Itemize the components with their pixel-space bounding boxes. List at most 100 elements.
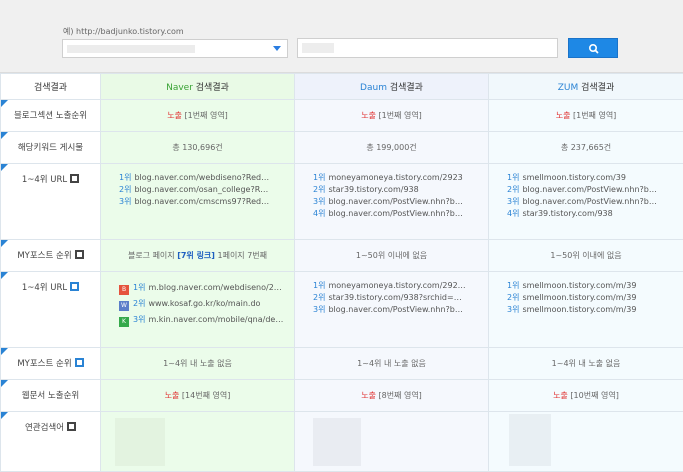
list-item[interactable]: 3위blog.naver.com/PostView.nhn?b… — [313, 304, 488, 316]
blurred-keyword-value — [302, 43, 334, 53]
blog-favicon-icon: B — [119, 285, 129, 295]
list-item[interactable]: 1위smellmoon.tistory.com/m/39 — [507, 280, 683, 292]
table-row: 1~4위 URL 1위blog.naver.com/webdiseno?Red…… — [1, 164, 683, 240]
results-table: 검색결과 Naver 검색결과 Daum 검색결과 ZUM 검색결과 블로그섹션… — [0, 73, 683, 472]
row-label-blog-section: 블로그섹션 노출순위 — [1, 100, 101, 132]
header-label: 검색결과 — [1, 74, 101, 100]
corner-marker-icon — [1, 380, 8, 387]
blog-view-icon[interactable] — [75, 250, 84, 259]
list-item[interactable]: 1위moneyamoneya.tistory.com/292… — [313, 280, 488, 292]
header-zum: ZUM 검색결과 — [489, 74, 683, 100]
row-label-my-post-web: MY포스트 순위 — [1, 348, 101, 380]
keyword-input[interactable] — [297, 38, 558, 58]
table-row: 블로그섹션 노출순위 노출 [1번째 영역] 노출 [1번째 영역] 노출 [1… — [1, 100, 683, 132]
list-item[interactable]: 3위blog.naver.com/PostView.nhn?b… — [313, 196, 488, 208]
table-row: 연관검색어 — [1, 412, 683, 472]
naver-blog-section: 노출 [1번째 영역] — [101, 100, 295, 132]
corner-marker-icon — [1, 272, 8, 279]
header-daum: Daum 검색결과 — [295, 74, 489, 100]
row-label-my-post-blog: MY포스트 순위 — [1, 240, 101, 272]
list-item[interactable]: 2위star39.tistory.com/938 — [313, 184, 488, 196]
naver-my-post-web: 1~4위 내 노출 없음 — [101, 348, 295, 380]
corner-marker-icon — [1, 164, 8, 171]
list-item[interactable]: 2위blog.naver.com/PostView.nhn?b… — [507, 184, 683, 196]
list-item[interactable]: 3위blog.naver.com/cmscms97?Red… — [119, 196, 294, 208]
table-row: MY포스트 순위 블로그 페이지 [7위 링크] 1페이지 7번째 1~50위 … — [1, 240, 683, 272]
daum-my-post-web: 1~4위 내 노출 없음 — [295, 348, 489, 380]
zum-top-urls-blog: 1위smellmoon.tistory.com/39 2위blog.naver.… — [489, 164, 683, 240]
naver-keyword-posts: 총 130,696건 — [101, 132, 295, 164]
daum-keyword-posts: 총 199,000건 — [295, 132, 489, 164]
zum-blog-section: 노출 [1번째 영역] — [489, 100, 683, 132]
row-label-related: 연관검색어 — [1, 412, 101, 472]
search-button[interactable] — [568, 38, 618, 58]
kin-favicon-icon: K — [119, 317, 129, 327]
zum-my-post-blog: 1~50위 이내에 없음 — [489, 240, 683, 272]
header-naver: Naver 검색결과 — [101, 74, 295, 100]
blurred-related-keywords — [115, 418, 165, 466]
list-item[interactable]: 2위blog.naver.com/osan_college?R… — [119, 184, 294, 196]
naver-brand: Naver — [166, 83, 193, 93]
row-label-top-urls-web: 1~4위 URL — [1, 272, 101, 348]
blurred-related-keywords — [509, 414, 551, 466]
blog-view-icon[interactable] — [67, 422, 76, 431]
corner-marker-icon — [1, 240, 8, 247]
list-item[interactable]: 4위blog.naver.com/PostView.nhn?b… — [313, 208, 488, 220]
row-label-web-doc: 웹문서 노출순위 — [1, 380, 101, 412]
naver-top-urls-blog: 1위blog.naver.com/webdiseno?Red… 2위blog.n… — [101, 164, 295, 240]
list-item[interactable]: 1위blog.naver.com/webdiseno?Red… — [119, 172, 294, 184]
mobile-view-icon[interactable] — [75, 358, 84, 367]
table-row: 웹문서 노출순위 노출 [14번째 영역] 노출 [8번째 영역] 노출 [10… — [1, 380, 683, 412]
daum-my-post-blog: 1~50위 이내에 없음 — [295, 240, 489, 272]
row-label-keyword-posts: 해당키워드 게시물 — [1, 132, 101, 164]
search-toolbar: 예) http://badjunko.tistory.com — [0, 0, 683, 73]
list-item[interactable]: 3위smellmoon.tistory.com/m/39 — [507, 304, 683, 316]
web-favicon-icon: W — [119, 301, 129, 311]
daum-suffix: 검색결과 — [387, 83, 423, 93]
blurred-related-keywords — [313, 418, 361, 466]
table-row: 해당키워드 게시물 총 130,696건 총 199,000건 총 237,66… — [1, 132, 683, 164]
list-item[interactable]: 1위smellmoon.tistory.com/39 — [507, 172, 683, 184]
mobile-view-icon[interactable] — [70, 282, 79, 291]
daum-blog-section: 노출 [1번째 영역] — [295, 100, 489, 132]
daum-web-doc: 노출 [8번째 영역] — [295, 380, 489, 412]
blog-url-select[interactable] — [62, 39, 288, 58]
naver-top-urls-web: B1위m.blog.naver.com/webdiseno/2… W2위www.… — [101, 272, 295, 348]
row-label-top-urls-blog: 1~4위 URL — [1, 164, 101, 240]
daum-related — [295, 412, 489, 472]
corner-marker-icon — [1, 100, 8, 107]
list-item[interactable]: 3위blog.naver.com/PostView.nhn?b… — [507, 196, 683, 208]
corner-marker-icon — [1, 412, 8, 419]
url-hint: 예) http://badjunko.tistory.com — [63, 26, 184, 37]
zum-suffix: 검색결과 — [578, 83, 614, 93]
zum-related — [489, 412, 683, 472]
daum-top-urls-blog: 1위moneyamoneya.tistory.com/2923 2위star39… — [295, 164, 489, 240]
zum-my-post-web: 1~4위 내 노출 없음 — [489, 348, 683, 380]
naver-related — [101, 412, 295, 472]
daum-top-urls-web: 1위moneyamoneya.tistory.com/292… 2위star39… — [295, 272, 489, 348]
search-icon — [569, 39, 619, 59]
zum-web-doc: 노출 [10번째 영역] — [489, 380, 683, 412]
zum-top-urls-web: 1위smellmoon.tistory.com/m/39 2위smellmoon… — [489, 272, 683, 348]
naver-my-post-blog: 블로그 페이지 [7위 링크] 1페이지 7번째 — [101, 240, 295, 272]
blog-view-icon[interactable] — [70, 174, 79, 183]
list-item[interactable]: K3위m.kin.naver.com/mobile/qna/de… — [119, 312, 294, 328]
list-item[interactable]: 2위smellmoon.tistory.com/m/39 — [507, 292, 683, 304]
table-row: 1~4위 URL B1위m.blog.naver.com/webdiseno/2… — [1, 272, 683, 348]
dropdown-arrow-icon[interactable] — [273, 46, 281, 51]
list-item[interactable]: 2위star39.tistory.com/938?srchid=… — [313, 292, 488, 304]
corner-marker-icon — [1, 348, 8, 355]
blurred-url-value — [67, 45, 195, 53]
table-row: MY포스트 순위 1~4위 내 노출 없음 1~4위 내 노출 없음 1~4위 … — [1, 348, 683, 380]
list-item[interactable]: B1위m.blog.naver.com/webdiseno/2… — [119, 280, 294, 296]
list-item[interactable]: W2위www.kosaf.go.kr/ko/main.do — [119, 296, 294, 312]
list-item[interactable]: 4위star39.tistory.com/938 — [507, 208, 683, 220]
rank-link[interactable]: [7위 링크] — [177, 251, 215, 260]
daum-brand: Daum — [360, 83, 387, 93]
corner-marker-icon — [1, 132, 8, 139]
list-item[interactable]: 1위moneyamoneya.tistory.com/2923 — [313, 172, 488, 184]
table-header-row: 검색결과 Naver 검색결과 Daum 검색결과 ZUM 검색결과 — [1, 74, 683, 100]
zum-brand: ZUM — [558, 83, 579, 93]
naver-suffix: 검색결과 — [193, 83, 229, 93]
naver-web-doc: 노출 [14번째 영역] — [101, 380, 295, 412]
